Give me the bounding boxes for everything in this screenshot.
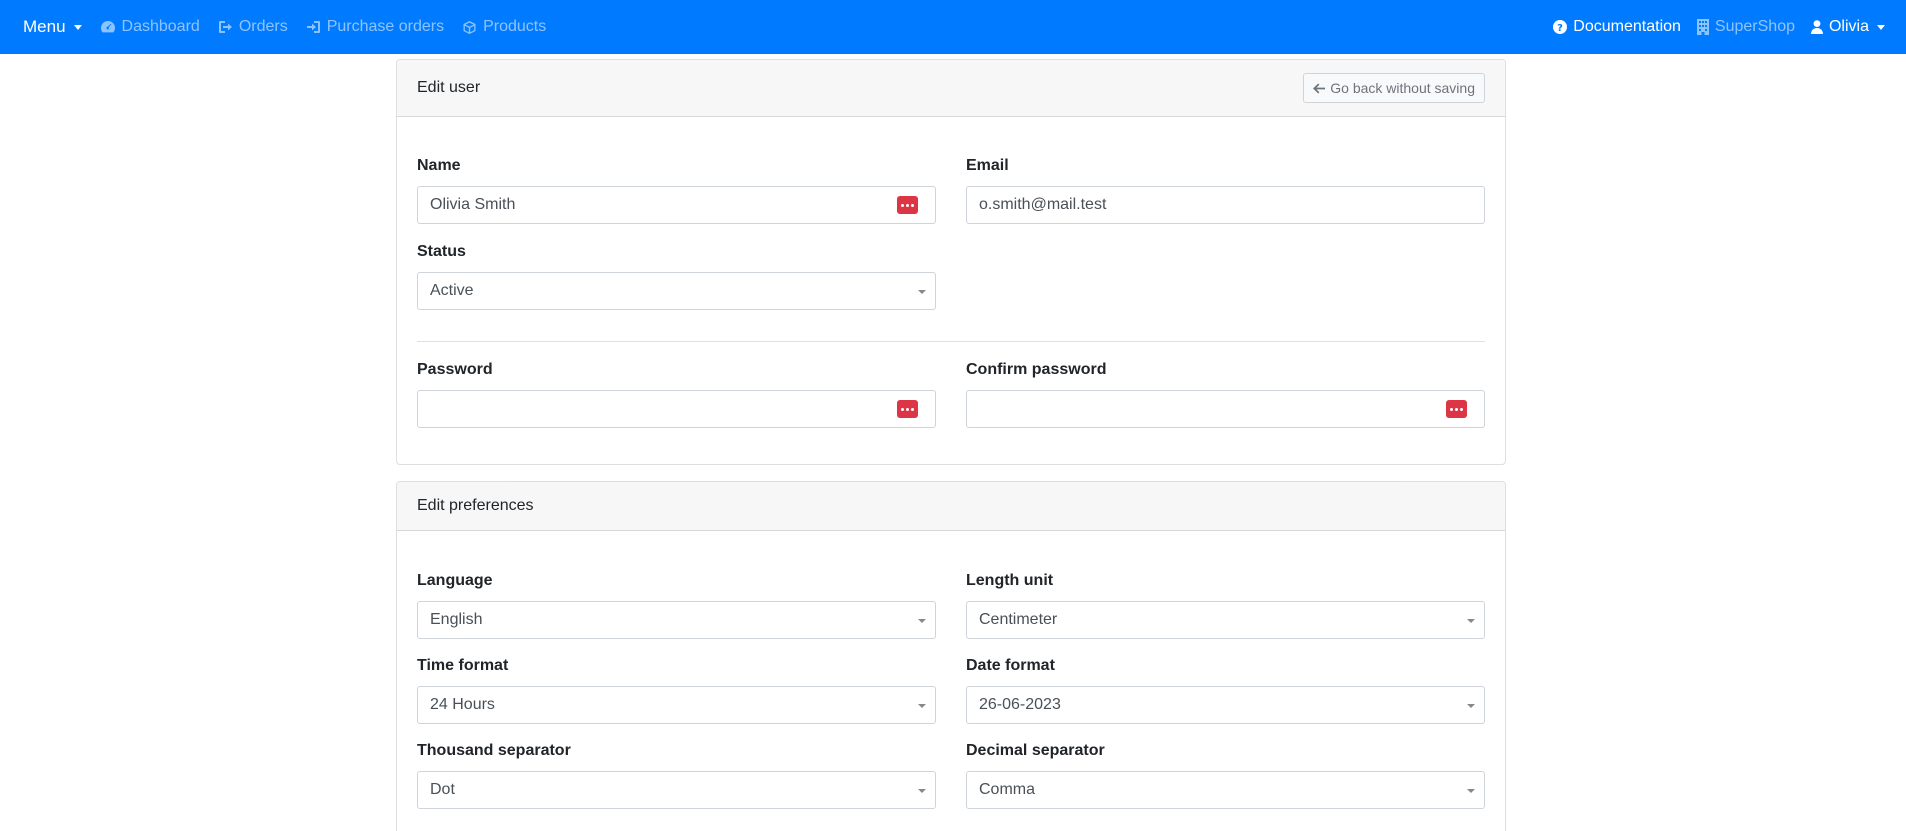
caret-down-icon: [1877, 24, 1885, 30]
password-manager-icon[interactable]: [897, 400, 918, 418]
nav-documentation-label: Documentation: [1573, 18, 1681, 35]
dashboard-icon: [100, 21, 115, 33]
go-back-label: Go back without saving: [1330, 80, 1475, 96]
nav-purchase-orders[interactable]: Purchase orders: [306, 18, 444, 36]
status-label: Status: [417, 243, 466, 260]
nav-products-label: Products: [483, 18, 547, 35]
nav-products[interactable]: Products: [462, 18, 546, 36]
date-format-select[interactable]: 26-06-2023: [966, 686, 1485, 724]
building-icon: [1696, 19, 1709, 35]
password-manager-icon[interactable]: [1446, 400, 1467, 418]
email-value: o.smith@mail.test: [979, 196, 1107, 213]
user-dropdown[interactable]: Olivia: [1810, 18, 1885, 36]
chevron-down-icon: [918, 704, 926, 708]
edit-user-card: Edit user Go back without saving Name Ol…: [396, 59, 1506, 465]
email-input[interactable]: o.smith@mail.test: [966, 186, 1485, 224]
length-unit-value: Centimeter: [979, 611, 1058, 628]
user-name: Olivia: [1828, 18, 1869, 35]
top-navbar: Menu Dashboard Orders Purchase orders Pr…: [0, 0, 1906, 54]
arrow-left-icon: [1313, 83, 1326, 93]
chevron-down-icon: [1467, 619, 1475, 623]
nav-documentation[interactable]: ? Documentation: [1553, 18, 1681, 36]
chevron-down-icon: [918, 789, 926, 793]
user-icon: [1810, 20, 1823, 34]
status-select[interactable]: Active: [417, 272, 936, 310]
svg-text:?: ?: [1557, 23, 1563, 34]
language-label: Language: [417, 572, 493, 589]
password-manager-icon[interactable]: [897, 196, 918, 214]
chevron-down-icon: [1467, 704, 1475, 708]
nav-orders-label: Orders: [238, 18, 288, 35]
question-circle-icon: ?: [1553, 20, 1568, 34]
length-unit-label: Length unit: [966, 572, 1054, 589]
go-back-button[interactable]: Go back without saving: [1303, 73, 1485, 103]
nav-orders[interactable]: Orders: [218, 18, 288, 36]
thousand-separator-value: Dot: [430, 781, 455, 798]
date-format-value: 26-06-2023: [979, 696, 1061, 713]
password-label: Password: [417, 361, 493, 378]
card-header: Edit preferences: [397, 482, 1505, 531]
time-format-select[interactable]: 24 Hours: [417, 686, 936, 724]
date-format-label: Date format: [966, 657, 1055, 674]
edit-preferences-card: Edit preferences Language English Length…: [396, 481, 1506, 831]
nav-dashboard[interactable]: Dashboard: [100, 18, 200, 36]
cube-icon: [463, 20, 476, 34]
name-input[interactable]: Olivia Smith: [417, 186, 936, 224]
chevron-down-icon: [918, 619, 926, 623]
length-unit-select[interactable]: Centimeter: [966, 601, 1485, 639]
edit-preferences-title: Edit preferences: [417, 497, 534, 514]
nav-dashboard-label: Dashboard: [121, 18, 200, 35]
decimal-separator-value: Comma: [979, 781, 1036, 798]
divider: [417, 341, 1485, 342]
language-value: English: [430, 611, 483, 628]
decimal-separator-label: Decimal separator: [966, 742, 1105, 759]
chevron-down-icon: [1467, 789, 1475, 793]
name-value: Olivia Smith: [430, 196, 516, 213]
confirm-password-input[interactable]: [966, 390, 1485, 428]
edit-user-title: Edit user: [417, 79, 481, 96]
menu-label: Menu: [23, 17, 66, 36]
name-label: Name: [417, 157, 461, 174]
confirm-password-label: Confirm password: [966, 361, 1107, 378]
thousand-separator-label: Thousand separator: [417, 742, 571, 759]
sign-in-icon: [306, 21, 320, 33]
caret-down-icon: [73, 24, 82, 30]
nav-shop-label: SuperShop: [1714, 18, 1795, 35]
password-input[interactable]: [417, 390, 936, 428]
decimal-separator-select[interactable]: Comma: [966, 771, 1485, 809]
nav-shop[interactable]: SuperShop: [1696, 18, 1795, 36]
card-header: Edit user Go back without saving: [397, 60, 1505, 117]
menu-dropdown[interactable]: Menu: [23, 17, 82, 37]
time-format-label: Time format: [417, 657, 509, 674]
time-format-value: 24 Hours: [430, 696, 495, 713]
sign-out-icon: [218, 21, 232, 33]
email-label: Email: [966, 157, 1009, 174]
thousand-separator-select[interactable]: Dot: [417, 771, 936, 809]
nav-purchase-orders-label: Purchase orders: [326, 18, 445, 35]
status-value: Active: [430, 282, 474, 299]
language-select[interactable]: English: [417, 601, 936, 639]
chevron-down-icon: [918, 290, 926, 294]
